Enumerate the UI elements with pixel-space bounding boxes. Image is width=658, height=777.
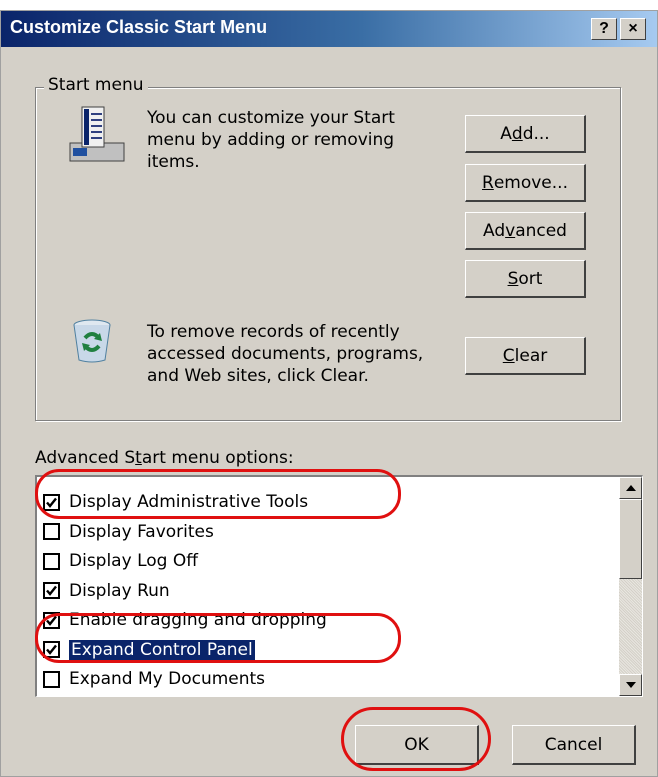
- list-item-label: Expand My Documents: [69, 669, 266, 689]
- remove-button[interactable]: Remove...: [465, 164, 586, 202]
- vertical-scrollbar[interactable]: [619, 477, 642, 696]
- list-item[interactable]: Display Administrative Tools: [43, 489, 308, 515]
- checkmark-icon: [46, 644, 57, 655]
- list-item-label: Display Administrative Tools: [69, 492, 309, 512]
- title-bar[interactable]: Customize Classic Start Menu ? ×: [1, 11, 657, 47]
- add-label-part: A: [500, 123, 512, 144]
- checkbox-checked[interactable]: [43, 493, 60, 511]
- scroll-down-button[interactable]: [619, 674, 642, 696]
- add-mnemonic: d: [511, 123, 523, 144]
- sort-mnemonic: S: [507, 268, 519, 289]
- scroll-thumb[interactable]: [619, 499, 642, 579]
- list-item[interactable]: Display Run: [43, 578, 170, 604]
- advanced-label-part: anced: [515, 220, 567, 241]
- advanced-options-mnemonic: t: [135, 448, 142, 468]
- checkbox-checked[interactable]: [43, 582, 60, 599]
- list-item[interactable]: Display Log Off: [43, 548, 198, 574]
- list-item-label: Display Favorites: [69, 521, 214, 542]
- cancel-button[interactable]: Cancel: [512, 725, 636, 765]
- arrow-up-icon: [625, 485, 636, 491]
- remove-label-part: emove...: [493, 172, 568, 193]
- ok-button[interactable]: OK: [355, 725, 479, 765]
- list-item[interactable]: Expand Control Panel: [43, 637, 256, 663]
- recycle-bin-icon: [69, 316, 115, 364]
- checkmark-icon: [46, 497, 57, 508]
- clear-mnemonic: C: [502, 345, 515, 366]
- advanced-options-label: Advanced Start menu options:: [35, 448, 294, 468]
- window-title: Customize Classic Start Menu: [10, 17, 268, 37]
- clear-button[interactable]: Clear: [465, 337, 586, 375]
- list-item[interactable]: Expand My Documents: [43, 666, 265, 692]
- advanced-options-list[interactable]: Display Administrative Tools Display Favo…: [35, 475, 643, 697]
- checkmark-icon: [46, 615, 57, 626]
- clear-description: To remove records of recently accessed d…: [147, 322, 424, 386]
- advanced-label-part: Ad: [483, 220, 506, 241]
- list-item-label: Display Run: [69, 580, 170, 601]
- checkbox-checked[interactable]: [43, 611, 60, 629]
- checkbox-checked[interactable]: [43, 641, 60, 658]
- clear-label-part: lear: [514, 345, 548, 366]
- remove-mnemonic: R: [482, 172, 494, 193]
- checkbox-unchecked[interactable]: [43, 670, 60, 688]
- checkbox-unchecked[interactable]: [43, 552, 60, 570]
- checkmark-icon: [46, 585, 57, 596]
- list-item-label: Enable dragging and dropping: [69, 610, 327, 630]
- close-button[interactable]: ×: [620, 18, 646, 40]
- advanced-mnemonic: v: [505, 220, 516, 241]
- customize-description: You can customize your Start menu by add…: [147, 108, 395, 172]
- arrow-down-icon: [625, 682, 636, 688]
- checkbox-unchecked[interactable]: [43, 523, 60, 540]
- help-button[interactable]: ?: [591, 18, 617, 40]
- sort-label-part: ort: [518, 268, 543, 289]
- list-item-label: Display Log Off: [69, 551, 198, 571]
- add-button[interactable]: Ad d...: [465, 115, 586, 153]
- advanced-button[interactable]: Ad v anced: [465, 212, 586, 250]
- advanced-options-label-part: Advanced S: [35, 448, 136, 468]
- advanced-options-label-part: art menu options:: [141, 448, 294, 468]
- list-item[interactable]: Enable dragging and dropping: [43, 607, 327, 633]
- list-item-label: Expand Control Panel: [68, 638, 256, 661]
- list-item[interactable]: Display Favorites: [43, 519, 214, 545]
- scroll-up-button[interactable]: [619, 477, 642, 499]
- add-label-part: d...: [522, 123, 550, 144]
- dialog-window: Customize Classic Start Menu ? × Start m…: [0, 10, 658, 777]
- start-menu-icon: [69, 105, 125, 163]
- start-menu-group-label: Start menu: [44, 75, 148, 95]
- sort-button[interactable]: Sort: [465, 260, 586, 298]
